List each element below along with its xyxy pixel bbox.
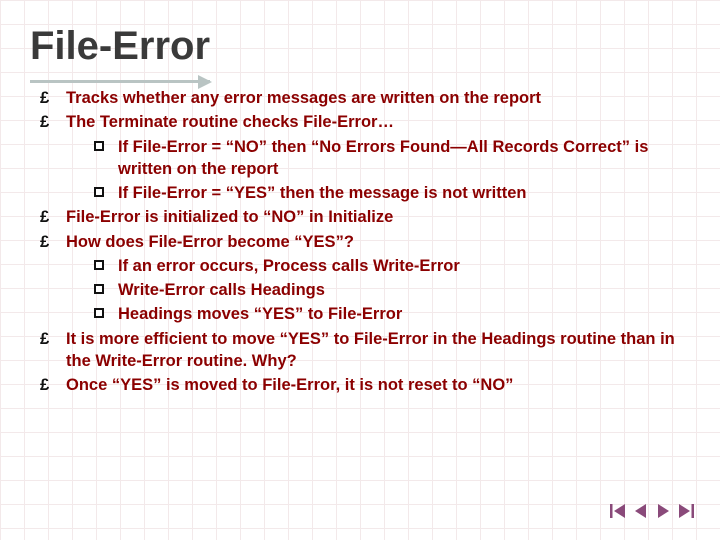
list-item: Write-Error calls Headings (92, 279, 690, 301)
list-item: If File-Error = “NO” then “No Errors Fou… (92, 136, 690, 181)
list-item-text: Write-Error calls Headings (118, 281, 325, 299)
list-item: Once “YES” is moved to File-Error, it is… (40, 374, 690, 396)
slide: File-Error Tracks whether any error mess… (0, 0, 720, 540)
list-item-text: It is more efficient to move “YES” to Fi… (66, 330, 675, 370)
prev-slide-button[interactable] (630, 500, 652, 522)
list-item: Headings moves “YES” to File-Error (92, 303, 690, 325)
sub-bullet-list: If an error occurs, Process calls Write-… (66, 255, 690, 326)
skip-forward-icon (675, 501, 695, 521)
title-underline-arrow (30, 80, 210, 83)
list-item: How does File-Error become “YES”? If an … (40, 231, 690, 326)
sub-bullet-list: If File-Error = “NO” then “No Errors Fou… (66, 136, 690, 205)
list-item-text: If an error occurs, Process calls Write-… (118, 257, 460, 275)
list-item-text: The Terminate routine checks File-Error… (66, 113, 394, 131)
list-item: It is more efficient to move “YES” to Fi… (40, 328, 690, 373)
page-title: File-Error (30, 24, 690, 69)
triangle-left-icon (631, 501, 651, 521)
bullet-list: Tracks whether any error messages are wr… (30, 87, 690, 396)
list-item: If an error occurs, Process calls Write-… (92, 255, 690, 277)
content: Tracks whether any error messages are wr… (30, 87, 690, 396)
first-slide-button[interactable] (608, 500, 630, 522)
list-item: Tracks whether any error messages are wr… (40, 87, 690, 109)
slide-nav (608, 500, 696, 522)
list-item-text: How does File-Error become “YES”? (66, 233, 354, 251)
list-item-text: Once “YES” is moved to File-Error, it is… (66, 376, 513, 394)
list-item: File-Error is initialized to “NO” in Ini… (40, 206, 690, 228)
list-item-text: Tracks whether any error messages are wr… (66, 89, 541, 107)
list-item-text: Headings moves “YES” to File-Error (118, 305, 402, 323)
list-item: If File-Error = “YES” then the message i… (92, 182, 690, 204)
list-item-text: If File-Error = “NO” then “No Errors Fou… (118, 138, 648, 178)
list-item-text: If File-Error = “YES” then the message i… (118, 184, 526, 202)
list-item: The Terminate routine checks File-Error…… (40, 111, 690, 204)
list-item-text: File-Error is initialized to “NO” in Ini… (66, 208, 393, 226)
triangle-right-icon (653, 501, 673, 521)
last-slide-button[interactable] (674, 500, 696, 522)
next-slide-button[interactable] (652, 500, 674, 522)
skip-back-icon (609, 501, 629, 521)
